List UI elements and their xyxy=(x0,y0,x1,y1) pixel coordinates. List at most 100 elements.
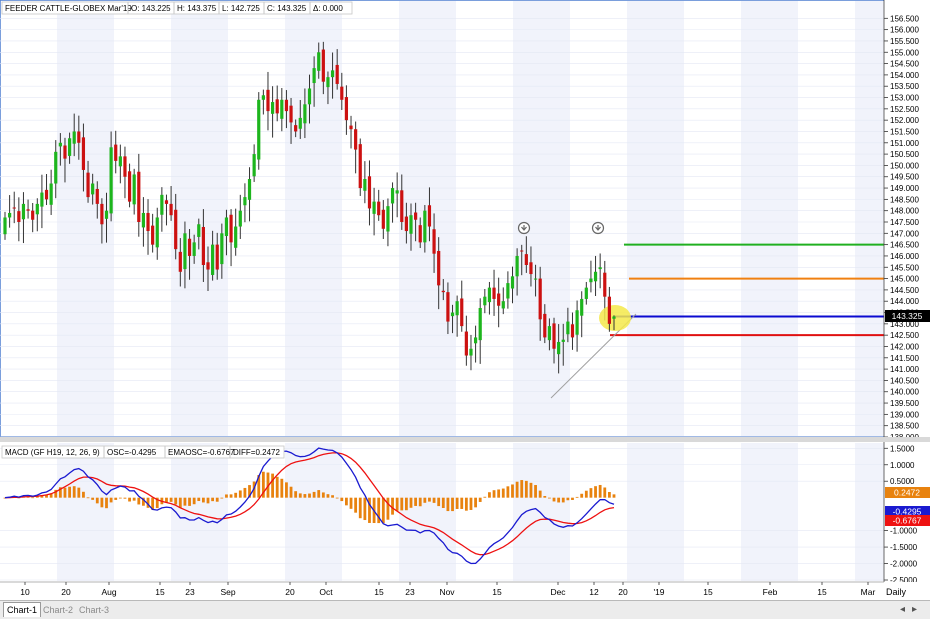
macd-histogram-bar xyxy=(557,497,561,503)
macd-histogram-bar xyxy=(483,496,487,498)
scroll-right-icon[interactable]: ▸ xyxy=(912,603,917,617)
macd-histogram-bar xyxy=(72,486,76,498)
price-tick-label: 147.000 xyxy=(890,229,919,238)
macd-histogram-bar xyxy=(192,497,196,505)
macd-histogram-bar xyxy=(183,497,187,506)
macd-histogram-bar xyxy=(238,490,242,498)
macd-histogram-bar xyxy=(95,497,99,504)
macd-histogram-bar xyxy=(289,486,293,498)
macd-histogram-bar xyxy=(225,494,228,498)
macd-histogram-bar xyxy=(197,497,201,502)
macd-histogram-bar xyxy=(395,497,399,511)
tab-chart-3[interactable]: Chart-3 xyxy=(76,603,112,617)
macd-histogram-bar xyxy=(132,497,136,501)
price-tick-label: 138.500 xyxy=(890,422,919,431)
macd-histogram-bar xyxy=(612,494,616,498)
time-tick-label: 20 xyxy=(285,587,295,597)
time-tick-label: 23 xyxy=(405,587,415,597)
macd-histogram-bar xyxy=(82,491,85,498)
macd-histogram-bar xyxy=(317,490,321,498)
macd-histogram-bar xyxy=(455,497,459,509)
price-tick-label: 142.000 xyxy=(890,342,919,351)
macd-tick-label: -2.0000 xyxy=(890,560,918,569)
price-tick-label: 146.500 xyxy=(890,241,919,250)
macd-histogram-bar xyxy=(188,497,191,506)
price-tick-label: 152.000 xyxy=(890,116,919,125)
candle xyxy=(358,138,362,196)
macd-histogram-bar xyxy=(506,486,510,498)
macd-histogram-bar xyxy=(243,487,247,498)
price-tick-label: 146.000 xyxy=(890,252,919,261)
tab-chart-1[interactable]: Chart-1 xyxy=(3,602,42,617)
chart-canvas[interactable]: 138.000138.500139.000139.500140.000140.5… xyxy=(0,0,930,600)
macd-histogram-bar xyxy=(229,494,233,498)
macd-histogram-bar xyxy=(174,497,178,505)
price-tick-label: 148.000 xyxy=(890,207,919,216)
macd-histogram-bar xyxy=(303,494,307,498)
macd-tick-label: 1.5000 xyxy=(890,444,915,453)
price-tick-label: 155.500 xyxy=(890,37,919,46)
macd-histogram-bar xyxy=(178,497,182,508)
macd-histogram-bar xyxy=(271,473,274,498)
tab-chart-2[interactable]: Chart-2 xyxy=(40,603,76,617)
macd-histogram-bar xyxy=(63,487,67,498)
low-value: L: 142.725 xyxy=(222,4,260,13)
price-tick-label: 149.500 xyxy=(890,173,919,182)
candle xyxy=(257,92,261,170)
macd-histogram-bar xyxy=(308,493,311,498)
chart-window: 138.000138.500139.000139.500140.000140.5… xyxy=(0,0,930,619)
price-tick-label: 144.000 xyxy=(890,297,919,306)
macd-histogram-bar xyxy=(206,497,210,504)
macd-histogram-bar xyxy=(354,497,358,513)
macd-histogram-bar xyxy=(128,497,131,502)
macd-emaosc-tag: -0.6767 xyxy=(885,515,930,526)
time-tick-label: Nov xyxy=(439,587,455,597)
macd-histogram-bar xyxy=(534,485,537,498)
pane-separator[interactable] xyxy=(0,437,930,442)
fractal-marker-icon xyxy=(517,221,531,235)
open-value: O: 143.225 xyxy=(131,4,171,13)
time-tick-label: 23 xyxy=(185,587,195,597)
macd-histogram-bar xyxy=(137,497,141,505)
timeframe-label[interactable]: Daily xyxy=(886,587,907,597)
price-tick-label: 150.000 xyxy=(890,161,919,170)
time-tick-label: 15 xyxy=(155,587,165,597)
macd-title: MACD (GF H19, 12, 26, 9) xyxy=(5,448,100,457)
scroll-left-icon[interactable]: ◂ xyxy=(900,603,905,617)
last-price-tag: 143.325 xyxy=(885,310,930,322)
macd-histogram-bar xyxy=(428,497,431,502)
time-tick-label: '19 xyxy=(653,587,664,597)
macd-histogram-bar xyxy=(123,497,127,499)
macd-histogram-bar xyxy=(404,497,408,511)
price-tick-label: 152.500 xyxy=(890,105,919,114)
macd-histogram-bar xyxy=(437,497,441,507)
macd-histogram-bar xyxy=(340,497,344,502)
macd-histogram-bar xyxy=(598,484,602,498)
price-tick-label: 142.500 xyxy=(890,331,919,340)
price-tick-label: 148.500 xyxy=(890,195,919,204)
time-axis[interactable] xyxy=(0,582,930,600)
macd-histogram-bar xyxy=(100,497,104,508)
symbol-label: FEEDER CATTLE-GLOBEX Mar'19 xyxy=(5,4,132,13)
macd-histogram-bar xyxy=(234,492,238,498)
macd-tick-label: 0.5000 xyxy=(890,477,915,486)
time-tick-label: Feb xyxy=(763,587,778,597)
price-tick-label: 140.500 xyxy=(890,376,919,385)
time-tick-label: 15 xyxy=(703,587,713,597)
price-tick-label: 149.000 xyxy=(890,184,919,193)
macd-histogram-bar xyxy=(400,497,404,511)
macd-histogram-bar xyxy=(589,488,593,498)
macd-diff-tag: 0.2472 xyxy=(885,487,930,498)
macd-histogram-bar xyxy=(543,495,547,498)
macd-histogram-bar xyxy=(169,497,173,502)
macd-histogram-bar xyxy=(105,497,108,509)
price-tick-label: 155.000 xyxy=(890,48,919,57)
macd-histogram-bar xyxy=(335,497,339,499)
price-tick-label: 154.000 xyxy=(890,71,919,80)
macd-histogram-bar xyxy=(501,488,505,498)
macd-histogram-bar xyxy=(571,497,574,500)
macd-histogram-bar xyxy=(603,487,607,498)
price-tick-label: 156.500 xyxy=(890,14,919,23)
time-tick-label: Mar xyxy=(861,587,876,597)
price-tick-label: 140.000 xyxy=(890,388,919,397)
